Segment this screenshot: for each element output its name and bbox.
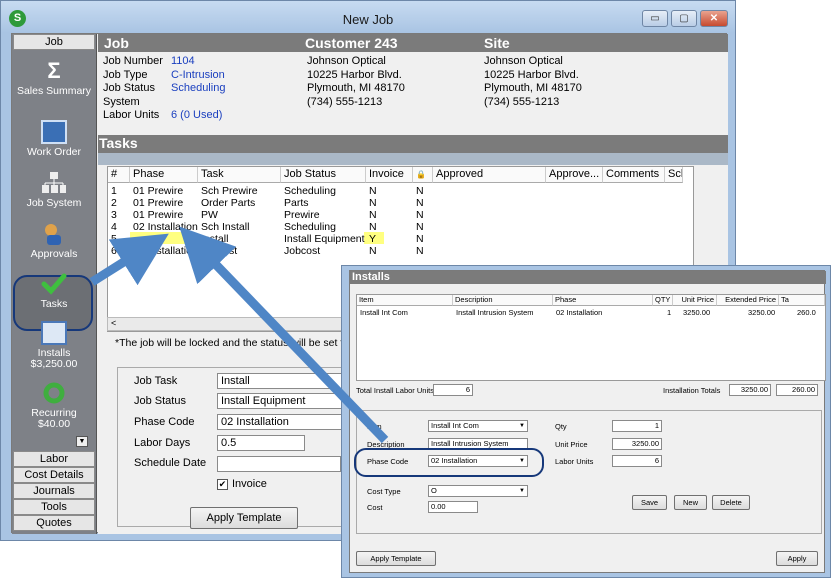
- arrow-tasks-to-row: [89, 233, 169, 286]
- annotation-arrows: [89, 226, 389, 444]
- arrow-phase-code-to-row: [179, 226, 389, 444]
